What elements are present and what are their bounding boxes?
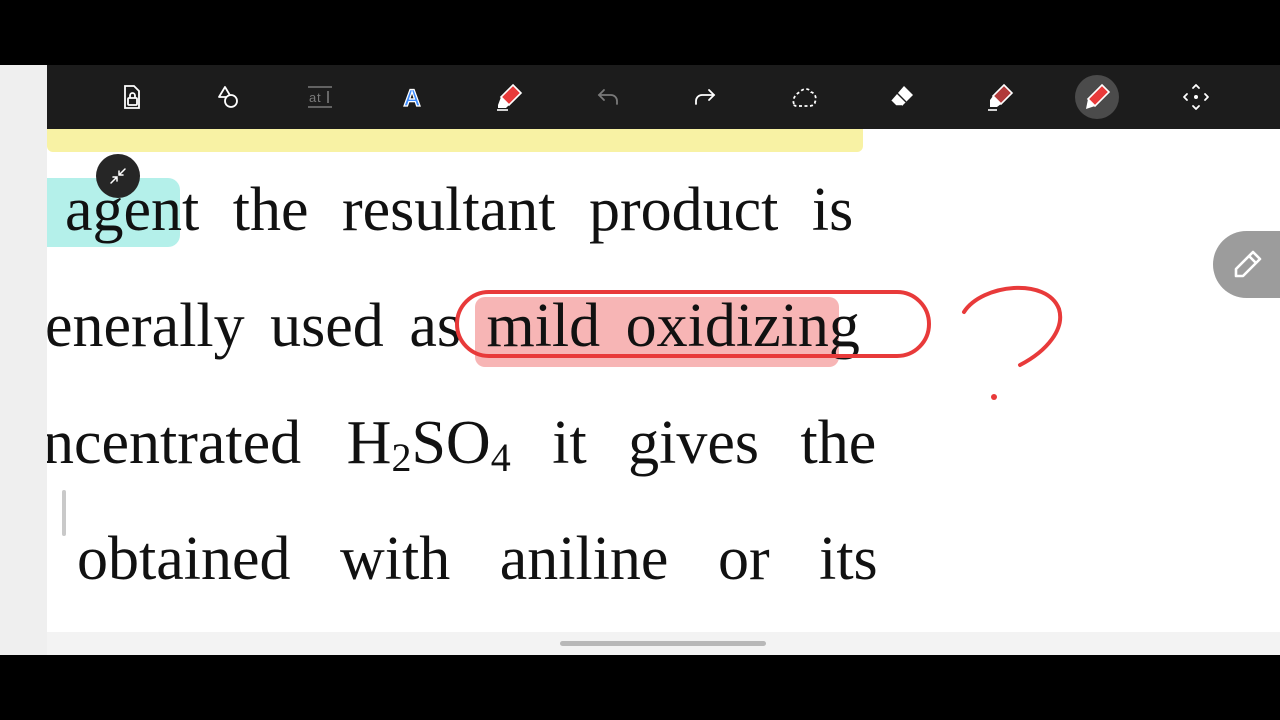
formula-part: SO (411, 409, 491, 477)
word: ncentrated (47, 409, 302, 477)
highlighter-icon (497, 83, 523, 111)
pencil-icon (1234, 250, 1261, 277)
word: product (589, 176, 779, 244)
word: as (409, 292, 461, 360)
lasso-icon (792, 88, 817, 107)
svg-text:A: A (403, 85, 420, 112)
word: the (800, 409, 877, 477)
lock-page-icon (124, 85, 140, 109)
marker-tool[interactable] (978, 75, 1022, 119)
undo-tool[interactable] (586, 75, 630, 119)
shapes-icon (218, 86, 238, 108)
eraser-icon (890, 86, 913, 107)
svg-text:t: t (317, 90, 321, 105)
text-select-icon: a t (308, 86, 332, 108)
word: mild (486, 292, 601, 360)
highlighter-tool[interactable] (487, 75, 531, 119)
word: is (811, 176, 854, 244)
svg-text:a: a (309, 90, 317, 105)
formula-subscript: 4 (490, 435, 511, 480)
word: its (819, 525, 878, 593)
collapse-button[interactable] (96, 154, 140, 198)
shapes-tool[interactable] (206, 75, 250, 119)
home-indicator[interactable] (560, 641, 766, 646)
ink-question-dot (991, 394, 997, 400)
scroll-handle[interactable] (62, 490, 66, 536)
text-line: obtained with aniline or its (77, 524, 878, 595)
text-select-tool[interactable]: a t (298, 75, 342, 119)
redo-icon (695, 89, 716, 105)
pen-icon (1086, 83, 1111, 109)
annotation-toolbar: a t A (47, 65, 1280, 129)
text-line: agent the resultant product is (65, 175, 853, 246)
word: aniline (499, 525, 669, 593)
lock-tool[interactable] (109, 75, 153, 119)
text-line: ncentrated H2SO4 it gives the (47, 408, 876, 481)
eraser-tool[interactable] (880, 75, 924, 119)
word: oxidizing (625, 292, 860, 360)
word: with (340, 525, 451, 593)
marker-icon (988, 83, 1014, 111)
ink-question-mark (962, 286, 1063, 367)
word: it (552, 409, 587, 477)
word: obtained (77, 525, 291, 593)
pen-tool[interactable] (1075, 75, 1119, 119)
collapse-arrows-icon (110, 168, 126, 184)
word: used (270, 292, 384, 360)
chemical-formula: H2SO4 (347, 408, 511, 481)
lasso-tool[interactable] (782, 75, 826, 119)
word: the (232, 176, 309, 244)
document-page[interactable]: agent the resultant product is enerally … (47, 129, 1280, 632)
formula-subscript: 2 (391, 435, 412, 480)
redo-tool[interactable] (683, 75, 727, 119)
text-line: enerally used as mild oxidizing (47, 291, 860, 362)
word: enerally (47, 292, 245, 360)
text-tool[interactable]: A (390, 75, 434, 119)
move-icon (1183, 84, 1209, 110)
word: or (717, 525, 770, 593)
move-tool[interactable] (1174, 75, 1218, 119)
formula-part: H (346, 409, 392, 477)
yellow-highlight (47, 129, 863, 152)
word: gives (628, 409, 760, 477)
text-icon: A (403, 84, 422, 112)
word: resultant (342, 176, 556, 244)
undo-icon (597, 89, 618, 105)
edit-button[interactable] (1213, 231, 1280, 298)
left-margin (0, 65, 47, 655)
